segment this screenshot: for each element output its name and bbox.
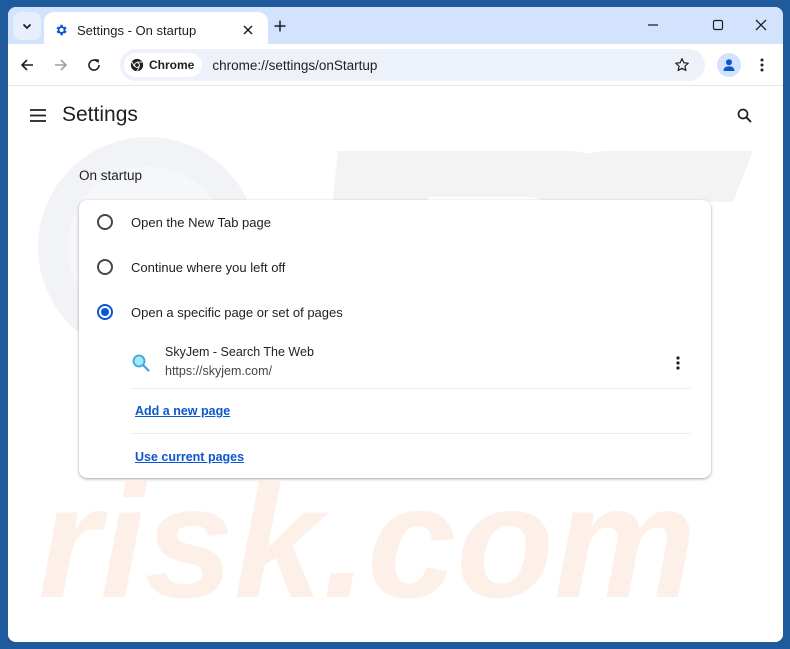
add-page-row: Add a new page: [131, 389, 691, 434]
person-icon: [723, 59, 735, 71]
close-icon: [755, 19, 767, 31]
minimize-icon: [648, 24, 658, 26]
arrow-left-icon: [20, 59, 33, 71]
close-window-button[interactable]: [749, 15, 773, 35]
option-new-tab[interactable]: Open the New Tab page: [79, 202, 711, 242]
minimize-button[interactable]: [641, 15, 665, 35]
tab-title: Settings - On startup: [77, 22, 197, 38]
chrome-logo-icon: [130, 58, 144, 72]
maximize-button[interactable]: [706, 15, 730, 35]
option-label: Open a specific page or set of pages: [131, 304, 343, 320]
option-label: Open the New Tab page: [131, 214, 271, 230]
use-current-pages-link[interactable]: Use current pages: [135, 450, 244, 464]
option-specific-pages[interactable]: Open a specific page or set of pages: [79, 292, 711, 332]
close-tab-icon[interactable]: [240, 22, 256, 38]
search-settings-button[interactable]: [733, 104, 755, 126]
maximize-icon: [712, 19, 724, 31]
browser-window: Settings - On startup Chrome chrome://se…: [8, 7, 783, 642]
menu-button[interactable]: [28, 106, 48, 124]
use-current-row: Use current pages: [131, 434, 691, 479]
radio-new-tab[interactable]: [97, 214, 113, 230]
option-label: Continue where you left off: [131, 259, 286, 275]
option-continue[interactable]: Continue where you left off: [79, 247, 711, 287]
arrow-right-icon: [55, 59, 68, 71]
site-info-chip[interactable]: Chrome: [124, 53, 203, 77]
hamburger-icon: [30, 108, 46, 122]
tab-search-button[interactable]: [13, 12, 41, 40]
startup-page-title: SkyJem - Search The Web: [165, 345, 314, 359]
page-entry-menu-button[interactable]: [669, 353, 687, 373]
more-vert-icon: [676, 356, 680, 370]
page-title: Settings: [62, 103, 138, 126]
tab-settings[interactable]: Settings - On startup: [44, 12, 268, 48]
radio-specific-pages[interactable]: [97, 304, 113, 320]
new-tab-button[interactable]: [270, 16, 290, 36]
settings-page: risk.com Settings On startup Open the Ne…: [8, 87, 783, 642]
section-title: On startup: [79, 168, 143, 183]
more-vert-icon: [760, 58, 764, 72]
tab-strip: Settings - On startup: [8, 7, 783, 48]
reload-icon: [88, 59, 100, 71]
toolbar: Chrome chrome://settings/onStartup: [8, 44, 783, 86]
startup-page-entry: SkyJem - Search The Web https://skyjem.c…: [131, 341, 691, 389]
forward-button[interactable]: [50, 54, 72, 76]
profile-avatar[interactable]: [717, 53, 741, 77]
startup-options-card: Open the New Tab page Continue where you…: [79, 200, 711, 478]
chevron-down-icon: [22, 23, 32, 30]
search-icon: [737, 108, 752, 123]
back-button[interactable]: [16, 54, 38, 76]
bookmark-star-icon[interactable]: [671, 54, 693, 76]
plus-icon: [274, 20, 286, 32]
browser-menu-button[interactable]: [752, 54, 772, 76]
add-new-page-link[interactable]: Add a new page: [135, 404, 230, 418]
startup-page-url: https://skyjem.com/: [165, 364, 272, 378]
url-text[interactable]: chrome://settings/onStartup: [212, 58, 671, 73]
reload-button[interactable]: [83, 54, 105, 76]
gear-icon: [54, 23, 68, 37]
address-bar[interactable]: Chrome chrome://settings/onStartup: [120, 49, 705, 81]
chip-label: Chrome: [149, 58, 195, 72]
radio-continue[interactable]: [97, 259, 113, 275]
search-magnifier-icon: [132, 354, 150, 372]
